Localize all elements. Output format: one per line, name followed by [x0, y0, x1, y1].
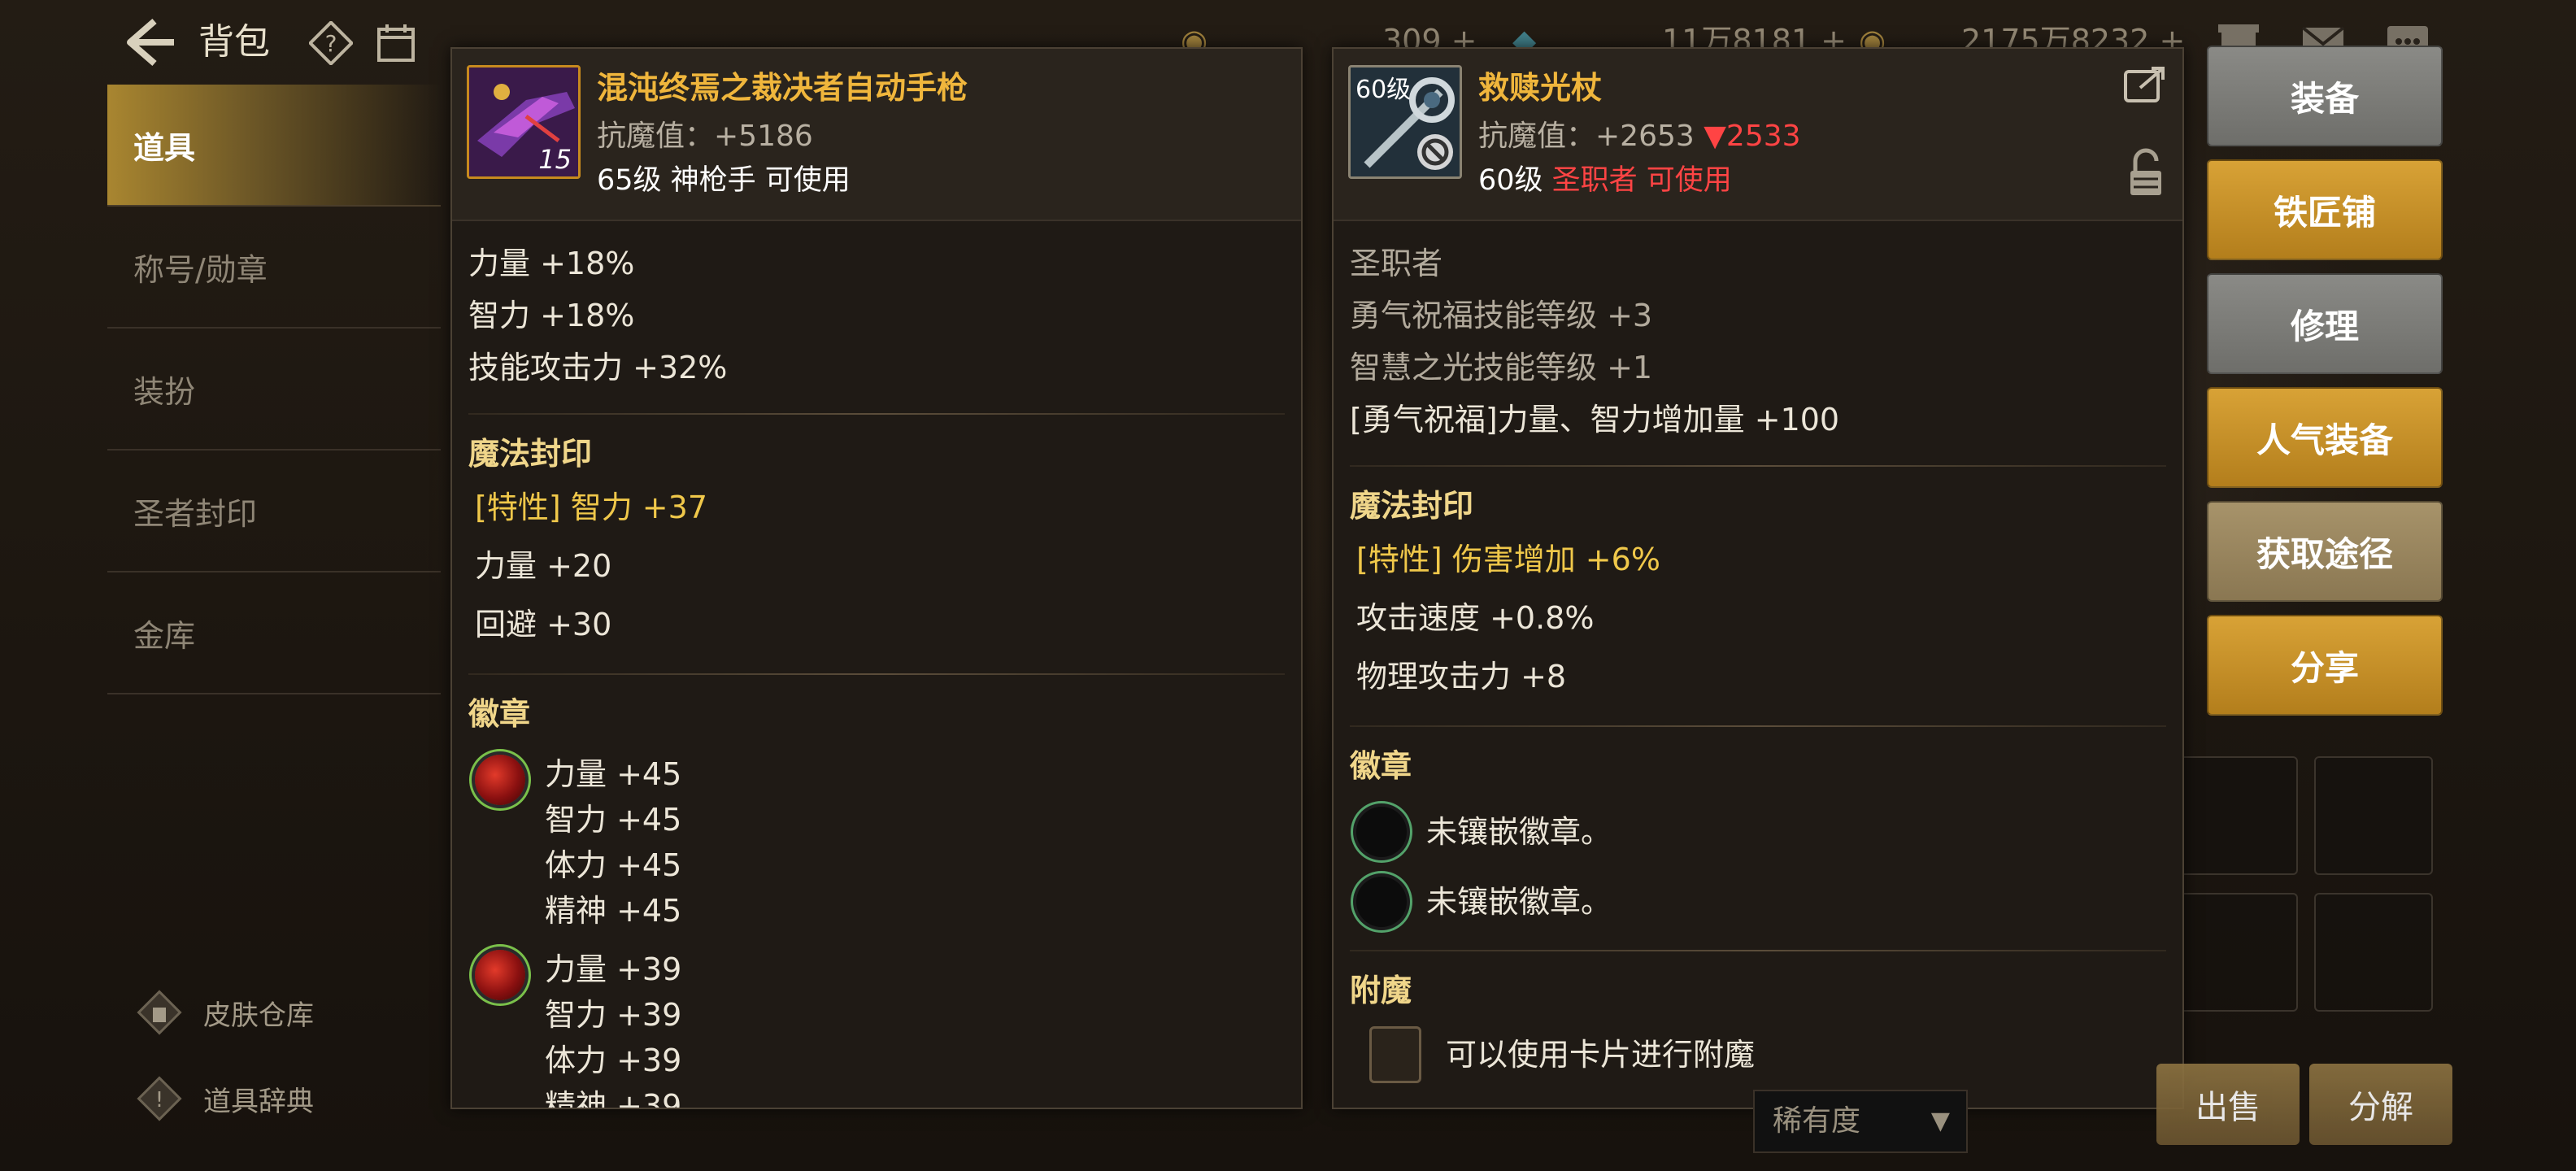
dictionary-icon: ! — [137, 1076, 182, 1121]
popular-equipment-button[interactable]: 人气装备 — [2207, 387, 2443, 488]
empty-emblem-icon — [1356, 807, 1407, 857]
item-requirement: 60级 圣职者 可使用 — [1478, 158, 1732, 203]
emblem-empty-text: 未镶嵌徽章。 — [1426, 884, 1612, 920]
item-class-label: 圣职者 — [1350, 246, 1443, 281]
seal-stat: 攻击速度 +0.8% — [1356, 600, 1595, 636]
disassemble-button[interactable]: 分解 — [2309, 1064, 2452, 1145]
nav-item-holy-seal[interactable]: 圣者封印 — [107, 451, 441, 572]
unlock-icon[interactable] — [2127, 148, 2165, 198]
item-dictionary-button[interactable]: ! 道具辞典 — [133, 1070, 314, 1127]
nav-item-items[interactable]: 道具 — [107, 85, 441, 207]
seal-trait: [特性] 智力 +37 — [475, 490, 708, 525]
empty-emblem-icon — [1356, 877, 1407, 927]
seal-section-title: 魔法封印 — [468, 436, 593, 472]
item-stat: 技能攻击力 +32% — [468, 350, 728, 385]
share-button[interactable]: 分享 — [2207, 615, 2443, 716]
sort-dropdown-label: 稀有度 — [1773, 1104, 1861, 1138]
divider — [1350, 950, 2166, 951]
enchant-text: 可以使用卡片进行附魔 — [1446, 1037, 1756, 1073]
item-dictionary-label: 道具辞典 — [203, 1085, 314, 1118]
red-emblem-icon — [475, 950, 525, 1000]
emblem-slot: 力量 +45 智力 +45 体力 +45 精神 +45 — [468, 751, 1285, 934]
emblem-slot: 未镶嵌徽章。 — [1350, 803, 2166, 860]
emblem-stat: 精神 +45 — [545, 893, 682, 929]
req-class: 圣职者 可使用 — [1551, 164, 1732, 197]
emblem-stat: 体力 +45 — [545, 847, 682, 883]
divider — [1350, 465, 2166, 467]
inventory-slot[interactable] — [2314, 756, 2433, 875]
item-tooltip-left: 15 混沌终焉之裁决者自动手枪 抗魔值：+5186 65级 神枪手 可使用 力量… — [450, 47, 1303, 1109]
resist-value: 抗魔值：+2653 — [1478, 120, 1704, 153]
item-stat: 力量 +18% — [468, 246, 635, 281]
skin-storage-icon — [137, 990, 182, 1035]
calendar-icon[interactable] — [376, 23, 416, 63]
emblem-empty-text: 未镶嵌徽章。 — [1426, 814, 1612, 850]
emblem-slot: 未镶嵌徽章。 — [1350, 873, 2166, 930]
req-level: 60级 — [1478, 164, 1552, 197]
acquisition-button[interactable]: 获取途径 — [2207, 501, 2443, 602]
item-stat: 勇气祝福技能等级 +3 — [1350, 298, 1653, 333]
back-arrow-icon[interactable] — [122, 16, 179, 68]
item-name: 混沌终焉之裁决者自动手枪 — [597, 70, 968, 106]
seal-stat: 物理攻击力 +8 — [1356, 659, 1567, 694]
emblem-stat: 力量 +39 — [545, 951, 682, 987]
disassemble-label: 分解 — [2348, 1089, 2413, 1126]
item-header: 15 混沌终焉之裁决者自动手枪 抗魔值：+5186 65级 神枪手 可使用 — [452, 49, 1301, 221]
divider — [468, 673, 1285, 675]
chevron-down-icon: ▼ — [1930, 1107, 1950, 1135]
seal-stat: 力量 +20 — [475, 548, 612, 584]
seal-trait: [特性] 伤害增加 +6% — [1356, 542, 1660, 577]
item-stat: 智力 +18% — [468, 298, 635, 333]
inventory-slot[interactable] — [2179, 756, 2298, 875]
resist-diff: ▼2533 — [1704, 120, 1801, 153]
equip-button[interactable]: 装备 — [2207, 46, 2443, 146]
emblem-section-title: 徽章 — [1350, 748, 1412, 784]
skin-storage-button[interactable]: 皮肤仓库 — [133, 984, 314, 1041]
item-stat: 智慧之光技能等级 +1 — [1350, 350, 1653, 385]
svg-text:!: ! — [155, 1088, 163, 1112]
inventory-slot[interactable] — [2314, 893, 2433, 1012]
item-icon-gun: 15 — [467, 65, 581, 179]
item-level-badge: 60级 — [1355, 76, 1412, 104]
sell-button[interactable]: 出售 — [2156, 1064, 2300, 1145]
item-requirement: 65级 神枪手 可使用 — [597, 164, 851, 197]
emblem-stat: 力量 +45 — [545, 756, 682, 792]
sell-label: 出售 — [2195, 1089, 2261, 1126]
enchant-card-slot[interactable] — [1369, 1026, 1421, 1083]
item-stat: [勇气祝福]力量、智力增加量 +100 — [1350, 402, 1840, 437]
item-resist: 抗魔值：+2653 ▼2533 — [1478, 114, 1801, 159]
page-title: 背包 — [198, 21, 270, 63]
enchant-row: 可以使用卡片进行附魔 — [1350, 1026, 2166, 1083]
category-nav: 道具 称号/勋章 装扮 圣者封印 金库 — [107, 85, 441, 694]
divider — [1350, 725, 2166, 727]
emblem-stat: 智力 +39 — [545, 997, 682, 1033]
nav-item-vault[interactable]: 金库 — [107, 572, 441, 694]
sort-dropdown[interactable]: 稀有度 ▼ — [1753, 1090, 1968, 1153]
item-level-badge: 15 — [538, 144, 572, 175]
item-tooltip-right: 60级 救赎光杖 抗魔值：+2653 ▼2533 60级 圣职者 可使用 圣职者… — [1332, 47, 2184, 1109]
share-link-icon[interactable] — [2122, 63, 2168, 104]
enchant-section-title: 附魔 — [1350, 973, 1412, 1008]
emblem-section-title: 徽章 — [468, 696, 531, 732]
emblem-stat: 精神 +39 — [545, 1088, 682, 1109]
skin-storage-label: 皮肤仓库 — [203, 999, 314, 1032]
item-resist: 抗魔值：+5186 — [597, 120, 813, 153]
repair-button[interactable]: 修理 — [2207, 273, 2443, 374]
svg-text:?: ? — [325, 30, 337, 57]
seal-stat: 回避 +30 — [475, 607, 612, 642]
help-icon[interactable]: ? — [307, 20, 355, 67]
inventory-slot[interactable] — [2179, 893, 2298, 1012]
divider — [468, 413, 1285, 415]
nav-item-avatar[interactable]: 装扮 — [107, 329, 441, 451]
seal-section-title: 魔法封印 — [1350, 488, 1474, 524]
item-name: 救赎光杖 — [1478, 70, 1603, 106]
blacksmith-button[interactable]: 铁匠铺 — [2207, 159, 2443, 260]
emblem-stat: 智力 +45 — [545, 802, 682, 838]
emblem-slot: 力量 +39 智力 +39 体力 +39 精神 +39 — [468, 947, 1285, 1109]
item-header: 60级 救赎光杖 抗魔值：+2653 ▼2533 60级 圣职者 可使用 — [1334, 49, 2182, 221]
item-icon-staff: 60级 — [1348, 65, 1462, 179]
nav-item-titles[interactable]: 称号/勋章 — [107, 207, 441, 329]
emblem-stat: 体力 +39 — [545, 1043, 682, 1078]
red-emblem-icon — [475, 755, 525, 805]
